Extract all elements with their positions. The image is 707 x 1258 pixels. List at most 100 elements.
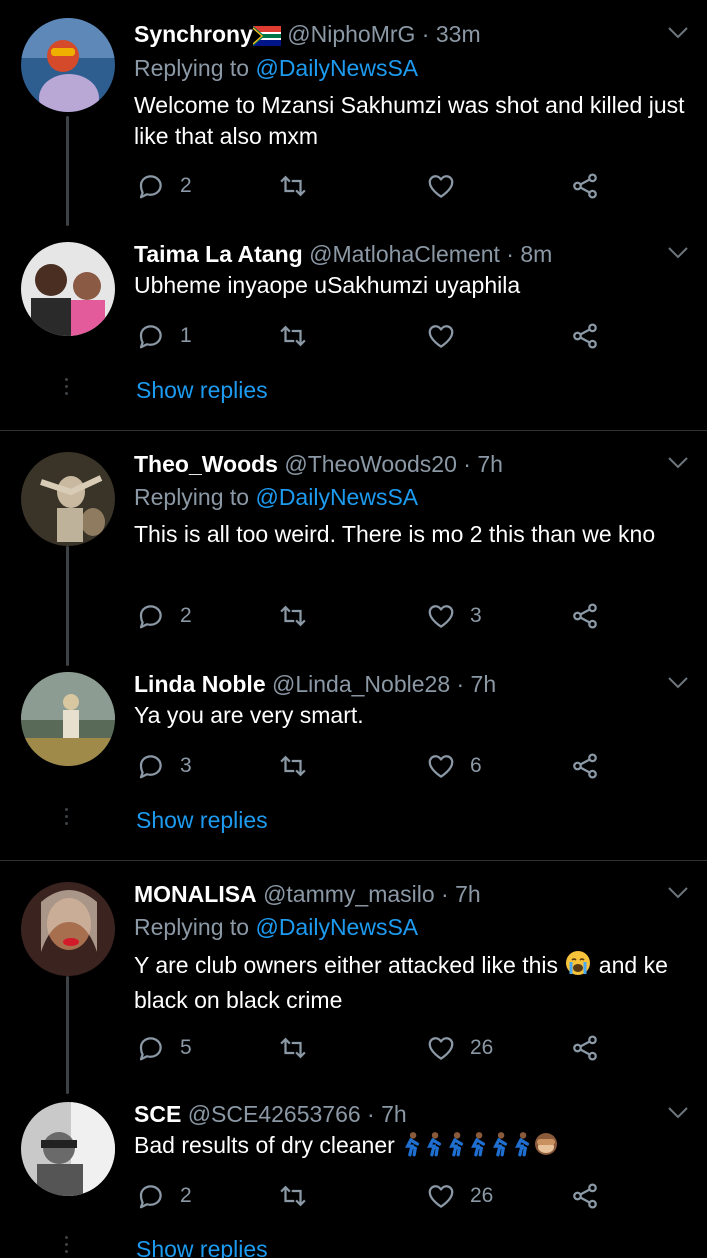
show-replies-link[interactable]: Show replies (136, 1236, 268, 1258)
retweet-button[interactable] (278, 320, 308, 352)
chevron-down-icon[interactable] (667, 1106, 689, 1120)
avatar[interactable] (21, 672, 115, 766)
retweet-button[interactable] (278, 170, 308, 202)
share-button[interactable] (570, 600, 600, 632)
reply-button[interactable]: 5 (136, 1032, 192, 1064)
divider (0, 430, 707, 431)
share-icon (570, 1181, 600, 1211)
running-man-icon (489, 1131, 511, 1165)
reply-button[interactable]: 1 (136, 320, 192, 352)
crying-face-icon (564, 949, 592, 985)
retweet-button[interactable] (278, 1032, 308, 1064)
mention-link[interactable]: @DailyNewsSA (255, 55, 418, 81)
like-button[interactable] (426, 320, 456, 352)
retweet-icon (278, 1033, 308, 1063)
reply-icon (136, 751, 166, 781)
like-button[interactable] (426, 170, 456, 202)
chevron-down-icon[interactable] (667, 676, 689, 690)
tweet-header: MONALISA @tammy_masilo · 7h (134, 878, 481, 910)
thread-connector-dots (65, 808, 69, 829)
tweet-text: Bad results of dry cleaner (134, 1130, 694, 1165)
share-button[interactable] (570, 1180, 600, 1212)
avatar[interactable] (21, 882, 115, 976)
avatar[interactable] (21, 242, 115, 336)
tweet-text: Ubheme inyaope uSakhumzi uyaphila (134, 272, 521, 298)
tweet-header: SCE @SCE42653766 · 7h (134, 1098, 407, 1130)
tweet[interactable]: Taima La Atang @MatlohaClement · 8m Ubhe… (0, 238, 707, 358)
reply-button[interactable]: 2 (136, 170, 192, 202)
reply-icon (136, 171, 166, 201)
like-button[interactable]: 26 (426, 1180, 493, 1212)
like-icon (426, 1033, 456, 1063)
tweet-actions: 1 (136, 320, 606, 352)
reply-button[interactable]: 2 (136, 1180, 192, 1212)
chevron-down-icon[interactable] (667, 26, 689, 40)
retweet-button[interactable] (278, 600, 308, 632)
replying-to: Replying to @DailyNewsSA (134, 52, 418, 84)
retweet-icon (278, 751, 308, 781)
chevron-down-icon[interactable] (667, 456, 689, 470)
share-button[interactable] (570, 170, 600, 202)
share-icon (570, 321, 600, 351)
reply-button[interactable]: 2 (136, 600, 192, 632)
tweet-header: Taima La Atang @MatlohaClement · 8m (134, 238, 552, 270)
reply-count: 2 (180, 1184, 192, 1207)
like-button[interactable]: 26 (426, 1032, 493, 1064)
chevron-down-icon[interactable] (667, 246, 689, 260)
display-name[interactable]: Theo_Woods (134, 451, 278, 477)
tweet-text: This is all too weird. There is mo 2 thi… (134, 521, 656, 547)
share-button[interactable] (570, 1032, 600, 1064)
running-man-icon (511, 1131, 533, 1165)
thread-connector-dots (65, 378, 69, 399)
replying-to: Replying to @DailyNewsSA (134, 481, 418, 513)
south-africa-flag-icon (252, 22, 281, 54)
reply-icon (136, 321, 166, 351)
avatar[interactable] (21, 1102, 115, 1196)
tweet[interactable]: Theo_Woods @TheoWoods20 · 7h Replying to… (0, 448, 707, 648)
tweet[interactable]: Linda Noble @Linda_Noble28 · 7h Ya you a… (0, 668, 707, 788)
like-icon (426, 1181, 456, 1211)
tweet-text-part: Bad results of dry cleaner (134, 1132, 395, 1158)
mention-link[interactable]: @DailyNewsSA (255, 484, 418, 510)
retweet-button[interactable] (278, 1180, 308, 1212)
tweet-actions: 3 6 (136, 750, 606, 782)
handle-and-time: @Linda_Noble28 · 7h (272, 671, 497, 697)
show-replies-link[interactable]: Show replies (136, 807, 268, 834)
display-name[interactable]: Taima La Atang (134, 241, 303, 267)
reply-count: 2 (180, 174, 192, 197)
tweet-actions: 2 26 (136, 1180, 606, 1212)
tweet[interactable]: MONALISA @tammy_masilo · 7h Replying to … (0, 878, 707, 1078)
like-button[interactable]: 6 (426, 750, 482, 782)
share-button[interactable] (570, 320, 600, 352)
handle-and-time: @MatlohaClement · 8m (309, 241, 553, 267)
display-name[interactable]: Linda Noble (134, 671, 266, 697)
like-button[interactable]: 3 (426, 600, 482, 632)
retweet-icon (278, 321, 308, 351)
share-icon (570, 1033, 600, 1063)
display-name[interactable]: MONALISA (134, 881, 257, 907)
replying-to-label: Replying to (134, 914, 250, 940)
reply-button[interactable]: 3 (136, 750, 192, 782)
tweet-text: Ya you are very smart. (134, 702, 364, 728)
show-replies-link[interactable]: Show replies (136, 377, 268, 404)
tweet-text: Y are club owners either attacked like t… (134, 949, 694, 1016)
like-icon (426, 171, 456, 201)
replying-to-label: Replying to (134, 55, 250, 81)
tweet-text: Welcome to Mzansi Sakhumzi was shot and … (134, 92, 685, 149)
see-no-evil-monkey-icon (533, 1131, 559, 1165)
chevron-down-icon[interactable] (667, 886, 689, 900)
display-name[interactable]: SCE (134, 1101, 181, 1127)
replying-to-label: Replying to (134, 484, 250, 510)
share-icon (570, 751, 600, 781)
retweet-button[interactable] (278, 750, 308, 782)
tweet[interactable]: Synchrony @NiphoMrG · 33m Replying to @D… (0, 18, 707, 218)
mention-link[interactable]: @DailyNewsSA (255, 914, 418, 940)
like-count: 6 (470, 754, 482, 777)
handle-and-time: @TheoWoods20 · 7h (284, 451, 503, 477)
avatar[interactable] (21, 18, 115, 112)
tweet[interactable]: SCE @SCE42653766 · 7h Bad results of dry… (0, 1098, 707, 1238)
reply-icon (136, 1181, 166, 1211)
share-button[interactable] (570, 750, 600, 782)
avatar[interactable] (21, 452, 115, 546)
display-name[interactable]: Synchrony (134, 21, 253, 47)
